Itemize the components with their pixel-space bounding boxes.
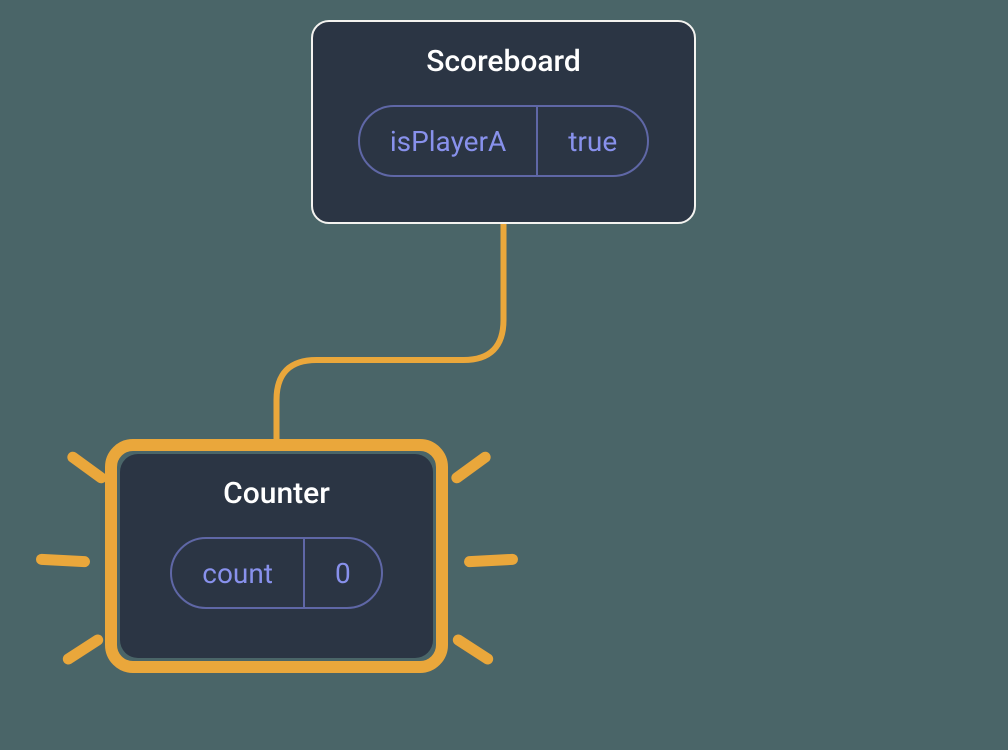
spark-icon	[451, 632, 496, 666]
counter-state-value: 0	[305, 539, 381, 607]
counter-title: Counter	[223, 476, 330, 511]
scoreboard-state-value: true	[538, 107, 647, 175]
spark-icon	[36, 554, 91, 568]
scoreboard-node: Scoreboard isPlayerA true	[311, 20, 696, 224]
counter-state-pill: count 0	[170, 537, 382, 609]
spark-icon	[449, 450, 493, 486]
counter-node: Counter count 0	[120, 454, 433, 658]
spark-icon	[61, 632, 106, 666]
counter-state-key: count	[172, 539, 303, 607]
scoreboard-title: Scoreboard	[426, 44, 581, 79]
spark-icon	[464, 554, 519, 568]
scoreboard-state-pill: isPlayerA true	[358, 105, 649, 177]
scoreboard-state-key: isPlayerA	[360, 107, 536, 175]
spark-icon	[65, 450, 109, 486]
